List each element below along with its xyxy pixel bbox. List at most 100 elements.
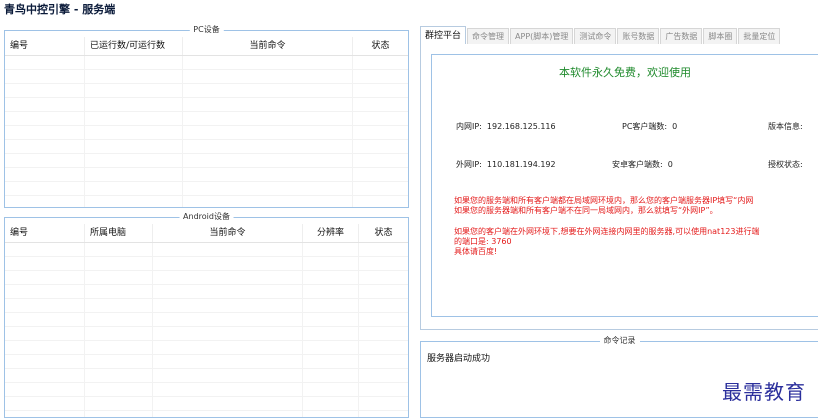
- pc-device-table[interactable]: 编号 已运行数/可运行数 当前命令 状态: [5, 37, 408, 207]
- command-log-group[interactable]: 命令记录 服务器启动成功 最需教育: [420, 335, 818, 418]
- pc-clients-info: PC客户端数: 0: [622, 121, 677, 132]
- empty-table-cell: [153, 327, 303, 340]
- empty-table-cell: [5, 98, 85, 111]
- empty-table-cell: [303, 397, 359, 410]
- empty-table-row: [5, 271, 408, 285]
- empty-table-cell: [85, 313, 153, 326]
- empty-table-cell: [359, 383, 408, 396]
- empty-table-cell: [359, 341, 408, 354]
- empty-table-cell: [153, 411, 303, 417]
- empty-table-cell: [5, 369, 85, 382]
- command-log-legend: 命令记录: [599, 335, 640, 347]
- empty-table-cell: [303, 327, 359, 340]
- col-header-running-count[interactable]: 已运行数/可运行数: [85, 37, 183, 55]
- empty-table-cell: [85, 411, 153, 417]
- intranet-ip-info: 内网IP: 192.168.125.116: [456, 121, 556, 132]
- info-row-extranet: 外网IP: 110.181.194.192 安卓客户端数: 0 授权状态:: [432, 159, 818, 173]
- pc-device-table-header: 编号 已运行数/可运行数 当前命令 状态: [5, 37, 408, 56]
- auth-status-info: 授权状态:: [768, 159, 803, 170]
- empty-table-cell: [5, 383, 85, 396]
- empty-table-cell: [353, 56, 408, 69]
- empty-table-cell: [5, 327, 85, 340]
- empty-table-cell: [153, 355, 303, 368]
- tab-command-management[interactable]: 命令管理: [467, 28, 510, 44]
- android-device-table[interactable]: 编号 所属电脑 当前命令 分辨率 状态: [5, 224, 408, 417]
- empty-table-cell: [353, 140, 408, 153]
- lan-notice: 如果您的服务端和所有客户端都在局域网环境内，那么您的客户端服务器IP填写“内网 …: [454, 196, 818, 216]
- empty-table-row: [5, 126, 408, 140]
- empty-table-cell: [303, 271, 359, 284]
- empty-table-cell: [85, 271, 153, 284]
- empty-table-row: [5, 397, 408, 411]
- pc-device-table-body[interactable]: [5, 56, 408, 207]
- empty-table-cell: [5, 355, 85, 368]
- empty-table-cell: [183, 98, 353, 111]
- empty-table-row: [5, 168, 408, 182]
- notice-line: 如果您的客户端在外网环境下,想要在外网连接内网里的服务器,可以使用nat123进…: [454, 227, 760, 236]
- empty-table-cell: [183, 182, 353, 195]
- empty-table-cell: [85, 369, 153, 382]
- empty-table-row: [5, 369, 408, 383]
- empty-table-cell: [5, 313, 85, 326]
- empty-table-cell: [5, 341, 85, 354]
- empty-table-cell: [303, 243, 359, 256]
- empty-table-cell: [85, 154, 183, 167]
- col-header-current-command[interactable]: 当前命令: [183, 37, 353, 55]
- empty-table-row: [5, 355, 408, 369]
- empty-table-cell: [183, 56, 353, 69]
- col-header-id[interactable]: 编号: [5, 224, 85, 242]
- tab-app-script-management[interactable]: APP(脚本)管理: [510, 28, 574, 44]
- empty-table-cell: [5, 140, 85, 153]
- empty-table-cell: [183, 70, 353, 83]
- col-header-id[interactable]: 编号: [5, 37, 85, 55]
- main-tab-bar: 群控平台 命令管理 APP(脚本)管理 测试命令 账号数据 广告数据 脚本圈 批…: [420, 24, 818, 45]
- empty-table-cell: [85, 257, 153, 270]
- col-header-status[interactable]: 状态: [353, 37, 408, 55]
- notice-line: 如果您的服务器端和所有客户端不在同一局域网内，那么就填写“外网IP”。: [454, 206, 718, 215]
- empty-table-cell: [353, 84, 408, 97]
- empty-table-cell: [303, 341, 359, 354]
- empty-table-cell: [183, 126, 353, 139]
- empty-table-cell: [183, 84, 353, 97]
- col-header-status[interactable]: 状态: [359, 224, 408, 242]
- intranet-ip-value: 192.168.125.116: [486, 122, 556, 131]
- version-label: 版本信息:: [768, 122, 803, 131]
- col-header-current-command[interactable]: 当前命令: [153, 224, 303, 242]
- nat-notice: 如果您的客户端在外网环境下,想要在外网连接内网里的服务器,可以使用nat123进…: [454, 227, 818, 257]
- empty-table-row: [5, 327, 408, 341]
- empty-table-cell: [359, 257, 408, 270]
- col-header-owner-pc[interactable]: 所属电脑: [85, 224, 153, 242]
- android-device-group-legend: Android设备: [179, 211, 234, 223]
- tab-test-command[interactable]: 测试命令: [574, 28, 617, 44]
- tab-account-data[interactable]: 账号数据: [617, 28, 660, 44]
- empty-table-cell: [303, 257, 359, 270]
- empty-table-cell: [303, 285, 359, 298]
- empty-table-cell: [359, 285, 408, 298]
- empty-table-row: [5, 341, 408, 355]
- empty-table-cell: [359, 243, 408, 256]
- empty-table-row: [5, 313, 408, 327]
- empty-table-cell: [5, 397, 85, 410]
- empty-table-cell: [5, 168, 85, 181]
- empty-table-cell: [5, 271, 85, 284]
- tab-ad-data[interactable]: 广告数据: [660, 28, 703, 44]
- tab-batch-location[interactable]: 批量定位: [738, 28, 781, 44]
- empty-table-cell: [353, 112, 408, 125]
- empty-table-row: [5, 182, 408, 196]
- empty-table-cell: [153, 271, 303, 284]
- android-device-table-body[interactable]: [5, 243, 408, 417]
- tab-control-platform[interactable]: 群控平台: [420, 26, 467, 45]
- empty-table-cell: [303, 313, 359, 326]
- intranet-ip-label: 内网IP:: [456, 122, 482, 131]
- empty-table-cell: [5, 56, 85, 69]
- android-clients-value: 0: [667, 160, 673, 169]
- notice-line: 具体请百度!: [454, 247, 498, 256]
- empty-table-row: [5, 70, 408, 84]
- extranet-ip-label: 外网IP:: [456, 160, 482, 169]
- tab-script-circle[interactable]: 脚本圈: [703, 28, 738, 44]
- empty-table-row: [5, 196, 408, 207]
- empty-table-row: [5, 411, 408, 417]
- empty-table-cell: [153, 243, 303, 256]
- empty-table-cell: [85, 140, 183, 153]
- col-header-resolution[interactable]: 分辨率: [303, 224, 359, 242]
